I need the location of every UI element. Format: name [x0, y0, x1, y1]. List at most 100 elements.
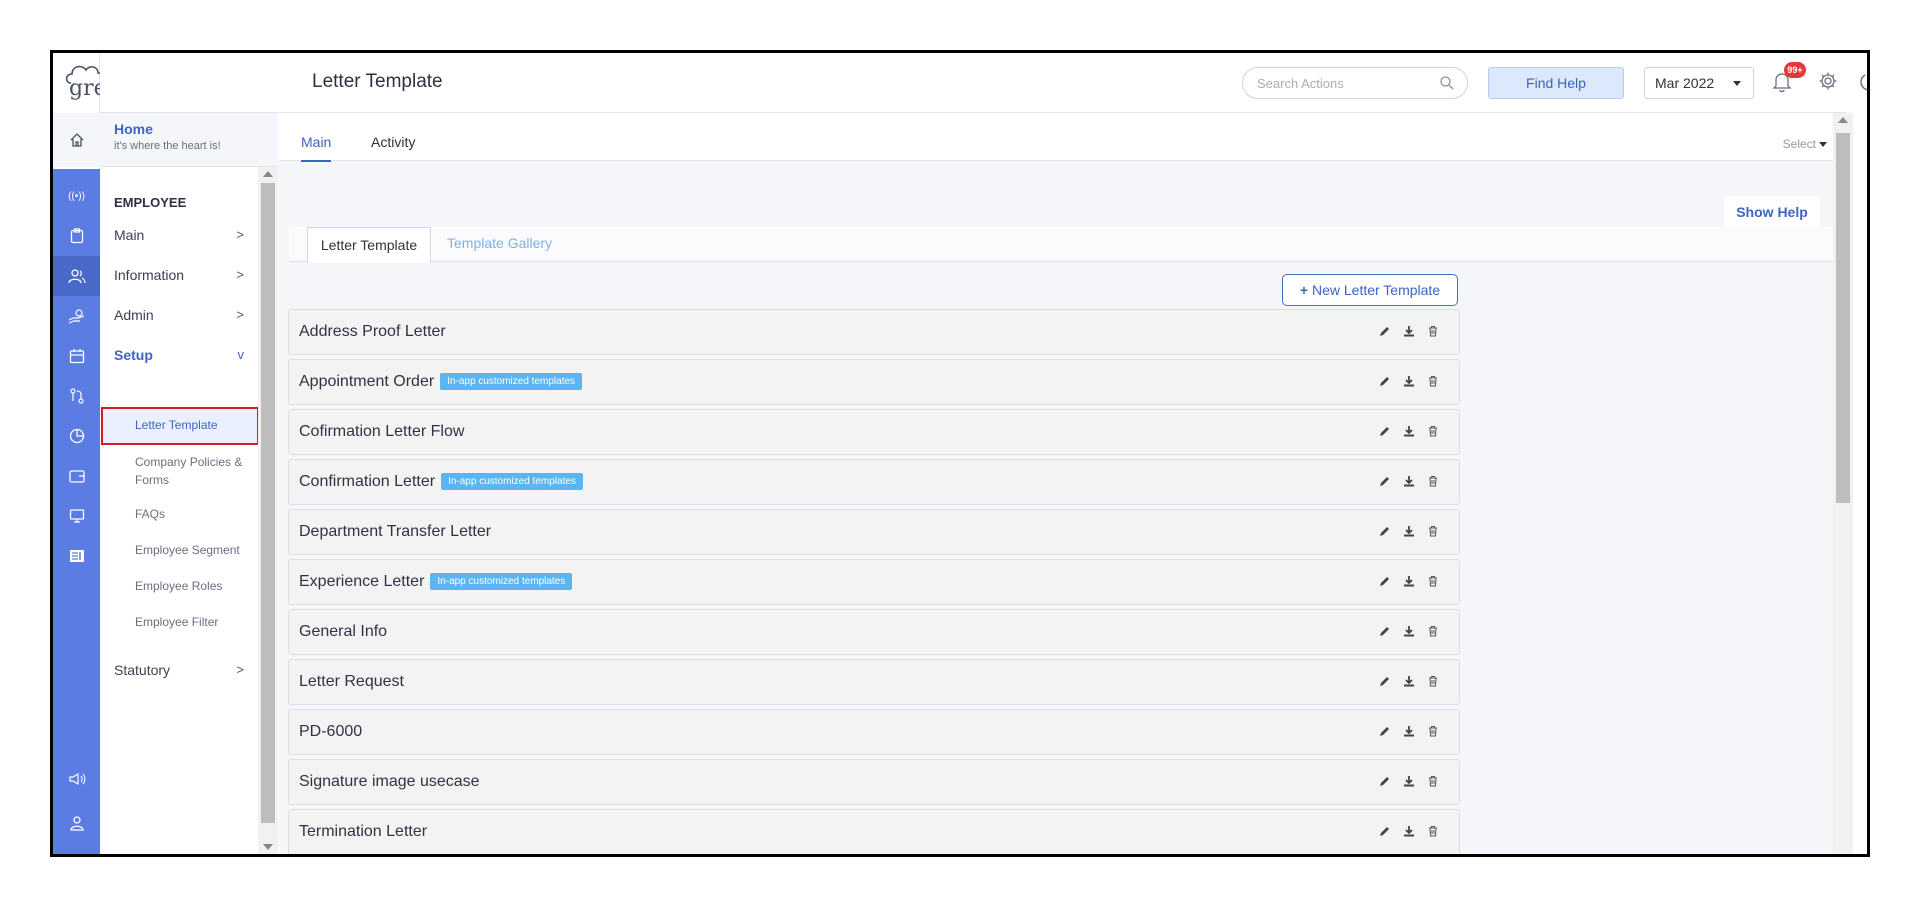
sidebar-subitem-company-policies[interactable]: Company Policies & Forms — [135, 453, 245, 489]
find-help-button[interactable]: Find Help — [1488, 67, 1624, 99]
sidebar-subitem-letter-template[interactable]: Letter Template — [101, 407, 259, 445]
delete-icon[interactable] — [1427, 474, 1439, 492]
hand-coin-icon[interactable] — [53, 296, 100, 336]
sidebar-item-statutory[interactable]: Statutory > — [114, 662, 244, 678]
template-name[interactable]: Cofirmation Letter Flow — [299, 423, 464, 440]
sidebar-scrollbar[interactable] — [258, 167, 278, 854]
sidebar-subitem-employee-roles[interactable]: Employee Roles — [135, 577, 245, 595]
delete-icon[interactable] — [1427, 574, 1439, 592]
scroll-up-arrow-icon[interactable] — [1838, 117, 1848, 123]
download-icon[interactable] — [1403, 724, 1415, 742]
delete-icon[interactable] — [1427, 374, 1439, 392]
user-profile-icon[interactable] — [53, 803, 100, 843]
download-icon[interactable] — [1403, 324, 1415, 342]
id-card-icon[interactable] — [53, 536, 100, 576]
delete-icon[interactable] — [1427, 774, 1439, 792]
search-box[interactable] — [1242, 67, 1468, 99]
select-dropdown[interactable]: Select — [1783, 137, 1827, 151]
main-scrollbar[interactable] — [1833, 113, 1853, 854]
list-item[interactable]: Confirmation Letter In-app customized tem… — [288, 459, 1460, 505]
workflow-icon[interactable] — [53, 376, 100, 416]
sidebar-item-setup[interactable]: Setup v — [114, 347, 244, 363]
template-name[interactable]: Appointment Order — [299, 373, 434, 390]
edit-icon[interactable] — [1379, 474, 1391, 492]
sidebar-home[interactable]: Home it's where the heart is! — [100, 113, 278, 167]
home-icon[interactable] — [53, 120, 100, 160]
template-name[interactable]: Department Transfer Letter — [299, 523, 491, 540]
download-icon[interactable] — [1403, 574, 1415, 592]
sidebar-item-admin[interactable]: Admin > — [114, 307, 244, 323]
pie-chart-icon[interactable] — [53, 416, 100, 456]
download-icon[interactable] — [1403, 524, 1415, 542]
edit-icon[interactable] — [1379, 324, 1391, 342]
download-icon[interactable] — [1403, 824, 1415, 842]
download-icon[interactable] — [1403, 374, 1415, 392]
template-name[interactable]: Letter Request — [299, 673, 404, 690]
template-name[interactable]: Termination Letter — [299, 823, 427, 840]
search-icon[interactable] — [1439, 75, 1455, 91]
calendar-icon[interactable] — [53, 336, 100, 376]
download-icon[interactable] — [1403, 774, 1415, 792]
sidebar-subitem-employee-segment[interactable]: Employee Segment — [135, 541, 245, 559]
template-name[interactable]: Signature image usecase — [299, 773, 480, 790]
show-help-button[interactable]: Show Help — [1724, 196, 1820, 229]
megaphone-icon[interactable] — [53, 759, 100, 799]
edit-icon[interactable] — [1379, 374, 1391, 392]
edit-icon[interactable] — [1379, 424, 1391, 442]
template-name[interactable]: Experience Letter — [299, 573, 424, 590]
tab-activity[interactable]: Activity — [371, 134, 415, 150]
search-input[interactable] — [1257, 68, 1437, 98]
new-letter-template-button[interactable]: + New Letter Template — [1282, 274, 1458, 306]
delete-icon[interactable] — [1427, 824, 1439, 842]
sidebar-item-main[interactable]: Main > — [114, 227, 244, 243]
people-icon[interactable] — [53, 256, 100, 296]
template-name[interactable]: General Info — [299, 623, 387, 640]
download-icon[interactable] — [1403, 474, 1415, 492]
edit-icon[interactable] — [1379, 524, 1391, 542]
delete-icon[interactable] — [1427, 324, 1439, 342]
list-item[interactable]: Department Transfer Letter — [288, 509, 1460, 555]
list-item[interactable]: Termination Letter — [288, 809, 1460, 854]
list-item[interactable]: Cofirmation Letter Flow — [288, 409, 1460, 455]
download-icon[interactable] — [1403, 424, 1415, 442]
tab-main[interactable]: Main — [301, 134, 332, 162]
template-name[interactable]: PD-6000 — [299, 723, 362, 740]
sidebar-subitem-faqs[interactable]: FAQs — [135, 505, 245, 523]
download-icon[interactable] — [1403, 674, 1415, 692]
list-item[interactable]: Letter Request — [288, 659, 1460, 705]
edit-icon[interactable] — [1379, 774, 1391, 792]
template-name[interactable]: Address Proof Letter — [299, 323, 446, 340]
sidebar-subitem-employee-filter[interactable]: Employee Filter — [135, 613, 245, 631]
list-item[interactable]: Experience Letter In-app customized templ… — [288, 559, 1460, 605]
wallet-icon[interactable] — [53, 456, 100, 496]
delete-icon[interactable] — [1427, 674, 1439, 692]
edit-icon[interactable] — [1379, 574, 1391, 592]
edit-icon[interactable] — [1379, 624, 1391, 642]
month-select[interactable]: Mar 2022 — [1644, 67, 1754, 99]
list-item[interactable]: Address Proof Letter — [288, 309, 1460, 355]
power-icon[interactable] — [1858, 70, 1870, 92]
subtab-template-gallery[interactable]: Template Gallery — [447, 235, 552, 251]
gear-icon[interactable] — [1818, 71, 1838, 91]
clipboard-icon[interactable] — [53, 216, 100, 256]
scroll-down-arrow-icon[interactable] — [263, 844, 273, 850]
edit-icon[interactable] — [1379, 674, 1391, 692]
list-item[interactable]: Appointment Order In-app customized templ… — [288, 359, 1460, 405]
scrollbar-thumb[interactable] — [261, 183, 275, 823]
list-item[interactable]: PD-6000 — [288, 709, 1460, 755]
list-item[interactable]: Signature image usecase — [288, 759, 1460, 805]
edit-icon[interactable] — [1379, 724, 1391, 742]
feeds-icon[interactable]: ((•)) — [53, 176, 100, 216]
delete-icon[interactable] — [1427, 424, 1439, 442]
list-item[interactable]: General Info — [288, 609, 1460, 655]
template-name[interactable]: Confirmation Letter — [299, 473, 435, 490]
subtab-letter-template[interactable]: Letter Template — [307, 227, 431, 263]
delete-icon[interactable] — [1427, 624, 1439, 642]
delete-icon[interactable] — [1427, 724, 1439, 742]
scroll-up-arrow-icon[interactable] — [263, 171, 273, 177]
scrollbar-thumb[interactable] — [1836, 133, 1850, 503]
sidebar-item-information[interactable]: Information > — [114, 267, 244, 283]
edit-icon[interactable] — [1379, 824, 1391, 842]
delete-icon[interactable] — [1427, 524, 1439, 542]
download-icon[interactable] — [1403, 624, 1415, 642]
